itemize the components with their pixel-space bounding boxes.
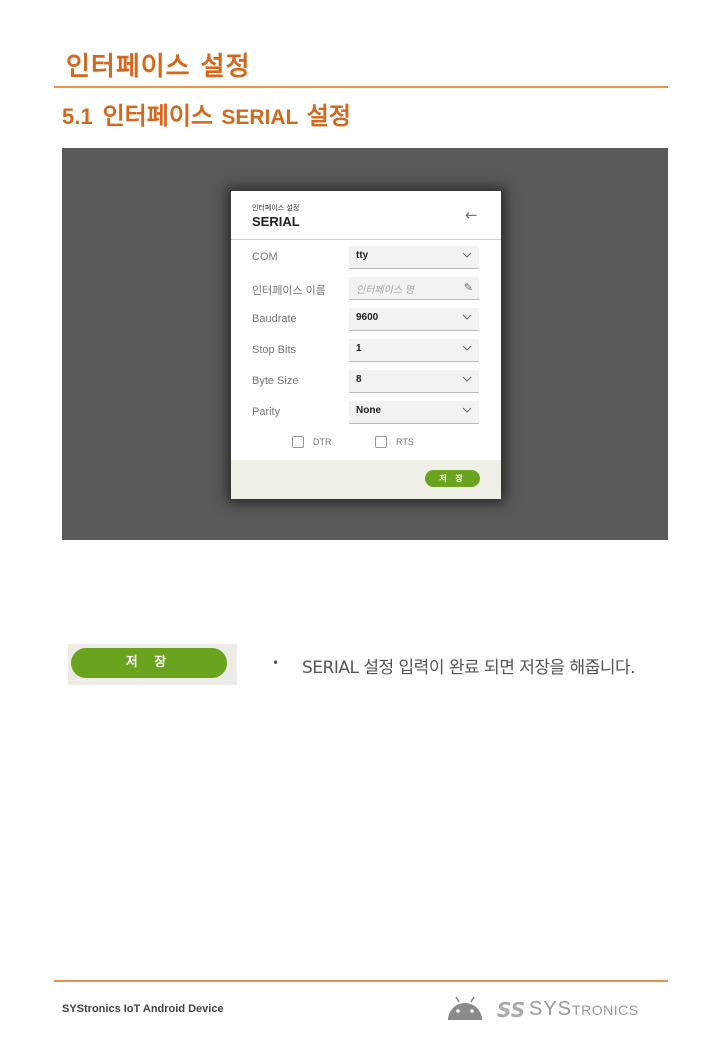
- baudrate-label: Baudrate: [252, 313, 297, 325]
- parity-select[interactable]: None: [349, 401, 479, 424]
- parity-label: Parity: [252, 406, 281, 418]
- section-heading: 5.1 인터페이스 SERIAL 설정: [62, 96, 351, 131]
- footer-divider: [54, 980, 668, 982]
- stop-bits-label: Stop Bits: [252, 344, 297, 356]
- dialog-subtitle: 인터페이스 설정: [252, 204, 300, 212]
- section-title-en: SERIAL: [221, 106, 299, 129]
- baudrate-value: 9600: [356, 312, 379, 323]
- dialog-title: SERIAL: [252, 214, 300, 229]
- arrow-left-icon[interactable]: ←: [465, 206, 478, 224]
- dialog-footer: 저 장: [231, 460, 501, 499]
- dtr-label: DTR: [313, 437, 332, 447]
- byte-size-value: 8: [356, 374, 362, 385]
- chevron-down-icon: [462, 407, 472, 413]
- page-title: 인터페이스 설정: [66, 52, 251, 82]
- chevron-down-icon: [462, 314, 472, 320]
- com-select[interactable]: tty: [349, 246, 479, 269]
- stop-bits-row: Stop Bits 1: [231, 339, 501, 363]
- section-title-suffix: 설정: [306, 102, 351, 130]
- com-label: COM: [252, 251, 278, 263]
- section-number: 5.1: [62, 104, 93, 129]
- stop-bits-select[interactable]: 1: [349, 339, 479, 362]
- rts-checkbox[interactable]: [375, 436, 387, 448]
- save-button[interactable]: 저 장: [71, 648, 227, 678]
- interface-name-placeholder: 인터페이스 명: [356, 285, 414, 296]
- dialog-divider: [231, 239, 501, 240]
- dtr-checkbox[interactable]: [292, 436, 304, 448]
- logo-tronics: TRONICS: [572, 1002, 639, 1018]
- baudrate-row: Baudrate 9600: [231, 308, 501, 332]
- save-button-sample: 저 장: [68, 644, 237, 685]
- bullet-marker: •: [272, 656, 280, 670]
- byte-size-select[interactable]: 8: [349, 370, 479, 393]
- interface-name-label: 인터페이스 이름: [252, 285, 326, 297]
- interface-name-row: 인터페이스 이름 인터페이스 명 ✎: [231, 277, 501, 301]
- logo-sys: SYS: [529, 998, 573, 1020]
- pencil-icon: ✎: [463, 281, 473, 294]
- footer-text: SYStronics IoT Android Device: [62, 1003, 224, 1015]
- chevron-down-icon: [462, 376, 472, 382]
- logo-mark: SS: [497, 998, 526, 1022]
- logo-wordmark: SYSTRONICS: [529, 998, 639, 1021]
- header-divider: [54, 86, 668, 88]
- section-title-ko: 인터페이스: [102, 102, 213, 130]
- baudrate-select[interactable]: 9600: [349, 308, 479, 331]
- stop-bits-value: 1: [356, 343, 362, 354]
- byte-size-row: Byte Size 8: [231, 370, 501, 394]
- chevron-down-icon: [462, 252, 472, 258]
- dialog-save-button[interactable]: 저 장: [425, 470, 480, 487]
- interface-name-input[interactable]: 인터페이스 명 ✎: [349, 277, 479, 300]
- save-description: SERIAL 설정 입력이 완료 되면 저장을 해줍니다.: [302, 658, 636, 678]
- byte-size-label: Byte Size: [252, 375, 299, 387]
- serial-settings-dialog: 인터페이스 설정 SERIAL ← COM tty 인터페이스 이름 인터페이스…: [231, 191, 501, 499]
- parity-value: None: [356, 405, 381, 416]
- com-row: COM tty: [231, 246, 501, 270]
- chevron-down-icon: [462, 345, 472, 351]
- parity-row: Parity None: [231, 401, 501, 425]
- android-icon: [448, 996, 482, 1020]
- com-value: tty: [356, 250, 369, 261]
- rts-label: RTS: [396, 437, 414, 447]
